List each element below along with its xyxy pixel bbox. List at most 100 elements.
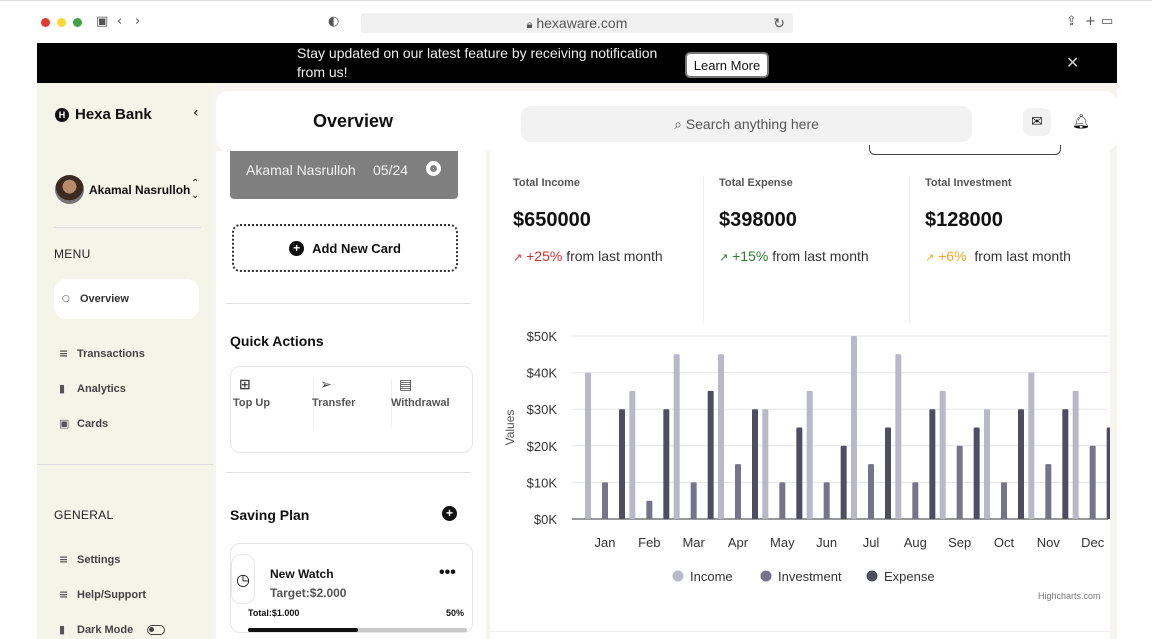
bar-expense (1062, 409, 1069, 519)
minimize-window-dot[interactable] (57, 18, 66, 27)
page-title: Overview (313, 111, 394, 131)
y-tick-label: $0K (534, 512, 557, 527)
close-window-dot[interactable] (41, 18, 50, 27)
x-tick-label: Apr (728, 535, 749, 550)
divider (54, 227, 201, 228)
stat-change: ↗ +6% from last month (925, 248, 1117, 264)
sidebar-item-label: Cards (77, 417, 109, 430)
reader-mode-icon[interactable]: ◐ (328, 14, 339, 29)
x-tick-label: Feb (638, 535, 660, 550)
bar-income (673, 354, 680, 519)
collapse-sidebar-icon[interactable]: ‹ (193, 105, 199, 121)
x-tick-label: Jun (816, 535, 837, 550)
tabs-icon[interactable]: ▭ (1101, 14, 1113, 29)
dark-mode-toggle[interactable] (147, 624, 166, 635)
legend-label: Expense (884, 569, 935, 584)
bar-expense (929, 409, 936, 519)
brand: H Hexa Bank (55, 106, 152, 123)
bank-card[interactable]: Akamal Nasrulloh 05/24 (230, 151, 458, 199)
back-icon[interactable]: ‹ (117, 14, 122, 29)
browser-toolbar: ▣ ‹ › ◐ 🔒︎ hexaware.com ↻ ⇪ + ▭ (0, 0, 1152, 43)
bar-investment (646, 500, 653, 519)
profile-switch-icon[interactable]: ⌃ ⌄ (191, 178, 199, 202)
sidebar-item-cards[interactable]: ▣ Cards (59, 417, 108, 430)
top-header: Overview ⌕ Search anything here ✉ 🔔︎ (216, 91, 1117, 151)
add-new-card-button[interactable]: + Add New Card (232, 224, 458, 272)
transfer-label: Transfer (312, 397, 356, 409)
user-profile[interactable]: Akamal Nasrulloh (55, 175, 190, 204)
reload-icon[interactable]: ↻ (773, 13, 785, 33)
list-icon: ≡ (59, 588, 69, 601)
clock-icon: ◷ (231, 554, 255, 604)
sidebar-item-label: Help/Support (77, 588, 147, 601)
search-placeholder: Search anything here (685, 116, 819, 132)
stat-change-value: +6% (938, 248, 967, 264)
list-icon: ≡ (59, 347, 69, 360)
withdrawal-label: Withdrawal (391, 397, 450, 409)
transfer-button[interactable]: ➢ Transfer (312, 377, 355, 409)
new-tab-icon[interactable]: + (1085, 14, 1096, 29)
y-tick-label: $20K (527, 439, 558, 454)
bar-income (939, 390, 946, 519)
close-icon[interactable]: ✕ (1066, 53, 1079, 72)
legend-label: Investment (778, 569, 842, 584)
bar-investment (823, 482, 830, 519)
bar-investment (1045, 464, 1052, 519)
add-plan-button[interactable]: + (442, 506, 457, 521)
notification-banner: Stay updated on our latest feature by re… (37, 43, 1117, 83)
trend-up-icon: ↗ (925, 251, 935, 264)
sidebar-item-analytics[interactable]: ▮ Analytics (59, 382, 126, 395)
bar-investment (912, 482, 919, 519)
bar-income (806, 390, 813, 519)
stat-label: Total Expense (719, 177, 793, 189)
monthly-bar-chart: $0K $10K $20K $30K $40K $50K Values Jan Feb Mar Ap… (503, 329, 1110, 584)
x-tick-label: Mar (682, 535, 705, 550)
bar-investment (868, 464, 874, 519)
maximize-window-dot[interactable] (73, 18, 82, 27)
sidebar-item-overview[interactable]: ○ Overview (54, 279, 199, 319)
bar-income (1072, 390, 1079, 519)
bar-investment (602, 482, 608, 519)
share-icon[interactable]: ⇪ (1066, 14, 1077, 29)
legend-marker (672, 570, 684, 582)
bar-income (762, 409, 769, 519)
plan-name: New Watch (270, 567, 334, 581)
lock-icon: 🔒︎ (526, 19, 533, 31)
y-axis-title: Values (503, 410, 517, 446)
chart-credit: Highcharts.com (1038, 591, 1101, 601)
stat-change-value: +25% (526, 248, 563, 264)
forward-icon[interactable]: › (135, 14, 140, 29)
y-tick-label: $30K (527, 402, 558, 417)
period-dropdown[interactable] (869, 145, 1061, 155)
overview-panel: Total Income $650000 ↗ +25% from last mo… (490, 145, 1110, 631)
stat-change: ↗ +25% from last month (513, 248, 713, 264)
more-options-icon[interactable]: ••• (439, 564, 456, 582)
search-input[interactable]: ⌕ Search anything here (521, 106, 972, 142)
learn-more-button[interactable]: Learn More (685, 52, 769, 78)
bell-icon[interactable]: 🔔︎ (1067, 108, 1095, 136)
stat-value: $650000 (513, 209, 591, 231)
top-up-button[interactable]: ⊞ Top Up (233, 377, 270, 409)
menu-section-label: MENU (54, 247, 91, 261)
card-expiry: 05/24 (373, 162, 409, 178)
address-bar[interactable]: 🔒︎ hexaware.com ↻ (361, 13, 793, 33)
send-icon: ➢ (320, 377, 332, 393)
sidebar-item-dark-mode[interactable]: ▮ Dark Mode (59, 623, 166, 636)
sidebar-item-help[interactable]: ≡ Help/Support (59, 588, 146, 601)
x-tick-label: Jan (595, 535, 616, 550)
bar-chart-icon: ▮ (59, 623, 66, 636)
sidebar-item-settings[interactable]: ≡ Settings (59, 553, 120, 566)
sidebar-item-transactions[interactable]: ≡ Transactions (59, 347, 145, 360)
quick-actions-panel: ⊞ Top Up ➢ Transfer ▤ Withdrawal (230, 366, 473, 453)
mail-icon[interactable]: ✉ (1023, 108, 1051, 136)
plan-progress-bar (248, 628, 467, 632)
withdrawal-button[interactable]: ▤ Withdrawal (391, 377, 450, 409)
x-tick-label: Aug (904, 535, 927, 550)
bar-expense (707, 390, 714, 519)
sidebar-toggle-icon[interactable]: ▣ (96, 14, 108, 29)
search-icon: ⌕ (674, 117, 682, 133)
y-tick-label: $10K (527, 475, 558, 490)
card-holder: Akamal Nasrulloh (246, 162, 356, 178)
x-tick-label: Nov (1037, 535, 1061, 550)
bar-income (1028, 372, 1035, 519)
